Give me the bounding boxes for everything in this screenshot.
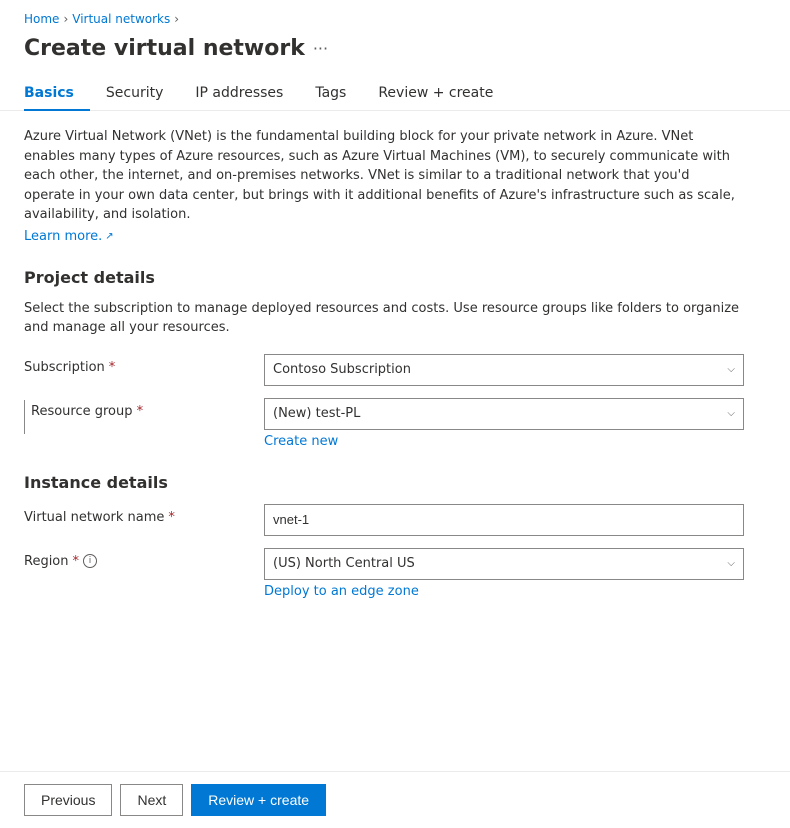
create-new-link[interactable]: Create new [264,434,744,449]
tab-review-create[interactable]: Review + create [362,77,509,111]
previous-button[interactable]: Previous [24,784,112,816]
subscription-row: Subscription * Contoso Subscription ⌵ [24,354,766,386]
breadcrumb-chevron-1: › [63,12,68,26]
tab-security[interactable]: Security [90,77,180,111]
breadcrumb-chevron-2: › [174,12,179,26]
breadcrumb-virtual-networks[interactable]: Virtual networks [72,12,170,26]
region-row: Region * i (US) North Central US ⌵ Deplo… [24,548,766,599]
resource-group-control-wrap: (New) test-PL ⌵ Create new [264,398,744,449]
tab-ip-addresses[interactable]: IP addresses [179,77,299,111]
region-control-wrap: (US) North Central US ⌵ Deploy to an edg… [264,548,744,599]
next-button[interactable]: Next [120,784,183,816]
resource-group-select[interactable]: (New) test-PL ⌵ [264,398,744,430]
instance-details-title: Instance details [24,473,766,492]
resource-group-label-wrap: Resource group * [24,398,264,434]
vnet-name-control-wrap [264,504,744,536]
deploy-edge-zone-link[interactable]: Deploy to an edge zone [264,584,744,599]
vnet-name-label: Virtual network name * [24,504,264,525]
region-select[interactable]: (US) North Central US ⌵ [264,548,744,580]
region-label: Region * i [24,548,264,569]
tab-basics[interactable]: Basics [24,77,90,111]
vnet-description: Azure Virtual Network (VNet) is the fund… [24,127,744,225]
project-details-title: Project details [24,268,766,287]
page-title: Create virtual network [24,36,305,61]
region-required: * [73,554,80,569]
instance-details-section: Instance details Virtual network name * … [24,473,766,599]
project-details-description: Select the subscription to manage deploy… [24,299,744,338]
subscription-select[interactable]: Contoso Subscription ⌵ [264,354,744,386]
resource-group-row: Resource group * (New) test-PL ⌵ Create … [24,398,766,449]
resource-group-required: * [137,404,144,419]
region-value: (US) North Central US [273,556,415,571]
tabs-bar: Basics Security IP addresses Tags Review… [0,77,790,111]
external-link-icon: ↗ [105,231,113,242]
subscription-control-wrap: Contoso Subscription ⌵ [264,354,744,386]
page-header: Create virtual network ··· [0,32,790,77]
region-arrow-icon: ⌵ [727,558,735,569]
learn-more-link[interactable]: Learn more. ↗ [24,229,114,244]
subscription-required: * [109,360,116,375]
project-details-section: Project details Select the subscription … [24,268,766,449]
learn-more-text: Learn more. [24,229,102,244]
footer: Previous Next Review + create [0,771,790,828]
resource-group-label: Resource group [31,404,133,419]
breadcrumb-home[interactable]: Home [24,12,59,26]
tab-tags[interactable]: Tags [299,77,362,111]
resource-group-value: (New) test-PL [273,406,360,421]
vnet-name-required: * [168,510,175,525]
main-content: Azure Virtual Network (VNet) is the fund… [0,111,790,627]
resource-group-arrow-icon: ⌵ [727,408,735,419]
subscription-arrow-icon: ⌵ [727,364,735,375]
vnet-name-row: Virtual network name * [24,504,766,536]
review-create-button[interactable]: Review + create [191,784,326,816]
breadcrumb: Home › Virtual networks › [0,0,790,32]
region-info-icon[interactable]: i [83,554,97,568]
subscription-label: Subscription * [24,354,264,375]
vnet-name-input[interactable] [264,504,744,536]
more-options-icon[interactable]: ··· [313,39,328,58]
subscription-value: Contoso Subscription [273,362,411,377]
